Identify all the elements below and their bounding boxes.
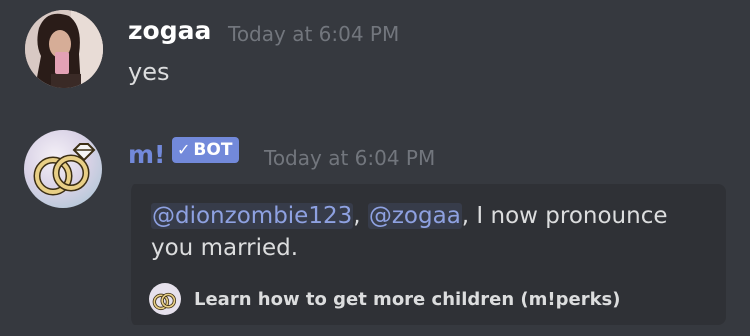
user-avatar[interactable] (25, 10, 103, 88)
message-zogaa: zogaa Today at 6:04 PM yes (0, 0, 750, 110)
timestamp: Today at 6:04 PM (264, 146, 436, 170)
wedding-rings-avatar-icon (24, 130, 102, 208)
separator-text: , (353, 203, 368, 229)
bot-badge-label: BOT (193, 140, 233, 160)
username[interactable]: zogaa (128, 16, 211, 45)
user-photo-avatar-icon (25, 10, 103, 88)
check-icon: ✓ (177, 140, 191, 159)
embed-text-line1: , I now pronounce (461, 203, 668, 229)
mention-zogaa[interactable]: @zogaa (367, 203, 462, 229)
embed-footer-text: Learn how to get more children (m!perks) (194, 288, 621, 310)
bot-username[interactable]: m! (128, 140, 165, 169)
embed: @dionzombie123, @zogaa, I now pronounce … (127, 184, 726, 325)
bot-avatar[interactable] (24, 130, 102, 208)
mention-dionzombie123[interactable]: @dionzombie123 (151, 203, 354, 229)
embed-description: @dionzombie123, @zogaa, I now pronounce … (151, 200, 711, 264)
bot-badge: ✓ BOT (172, 137, 240, 163)
message-text: yes (128, 58, 170, 86)
timestamp: Today at 6:04 PM (228, 22, 400, 46)
embed-text-line2: you married. (151, 235, 299, 261)
wedding-rings-icon (149, 283, 181, 315)
embed-footer: Learn how to get more children (m!perks) (149, 282, 620, 316)
